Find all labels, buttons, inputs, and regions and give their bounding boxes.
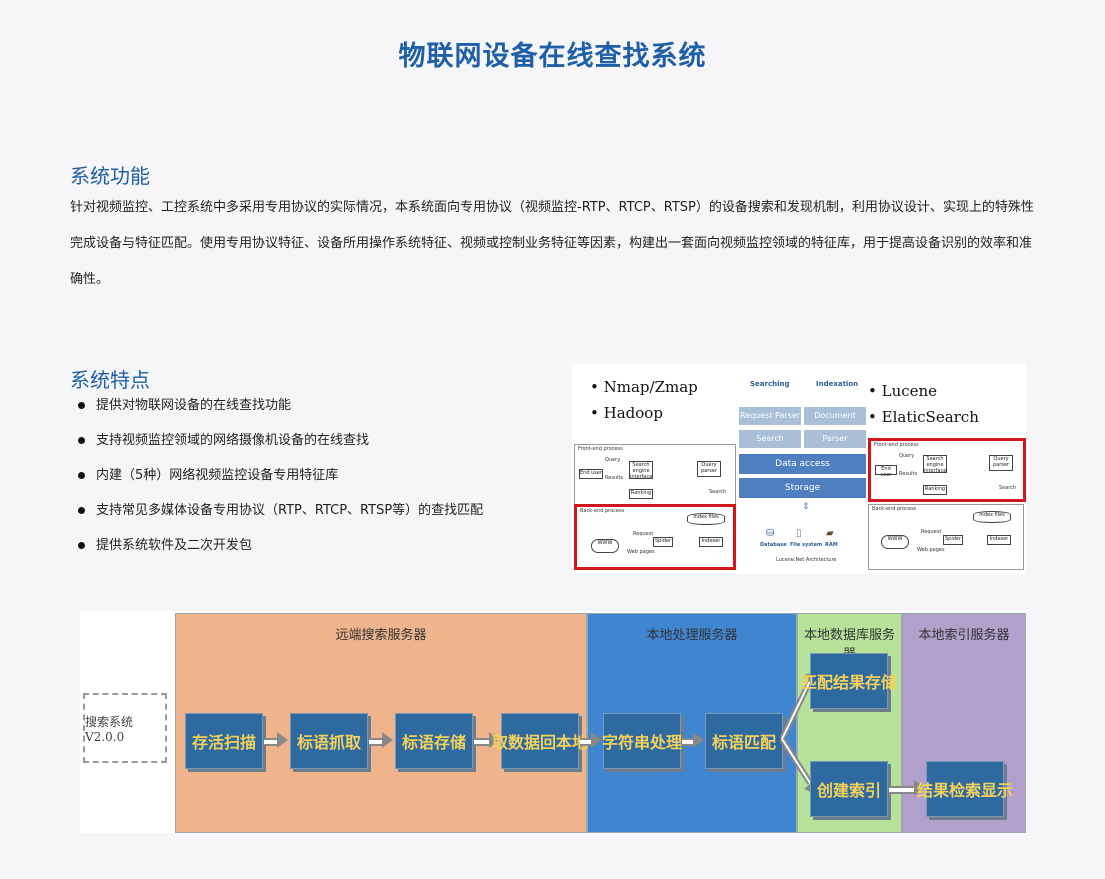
file-system-icon: ▯ <box>796 528 802 539</box>
section-heading-highlights: 系统特点 <box>70 368 150 392</box>
web-pages-label: Web pages <box>917 547 945 553</box>
parser-box: Parser <box>804 430 866 448</box>
workflow-diagram: 远端搜索服务器 本地处理服务器 本地数据库服务器 本地索引服务器 搜索系统V2.… <box>80 611 1026 833</box>
zone-label: 本地索引服务器 <box>918 628 1010 643</box>
features-paragraph: 针对视频监控、工控系统中多采用专用协议的实际情况，本系统面向专用协议（视频监控-… <box>70 200 1034 287</box>
zone-label: 本地处理服务器 <box>646 628 738 643</box>
front-end-label: Front-end process <box>874 442 919 448</box>
database-label: Database <box>760 542 787 548</box>
document-box: Document <box>804 407 866 425</box>
step-banner-store: 标语存储 <box>395 713 473 769</box>
arrow-right-icon <box>580 732 602 748</box>
list-item: 支持视频监控领域的网络摄像机设备的在线查找 <box>78 429 483 464</box>
ranking-box: Ranking <box>923 485 947 495</box>
front-end-highlight-right: Front-end process End user Query Search … <box>868 438 1026 502</box>
updown-arrow-icon: ⇕ <box>802 502 810 512</box>
query-parser-box: Query parser <box>989 455 1013 471</box>
zone-label: 远端搜索服务器 <box>335 628 427 643</box>
search-box: Search <box>739 430 801 448</box>
arrow-right-icon <box>264 732 288 748</box>
database-icon: ⛁ <box>766 528 775 539</box>
tool-label-elasticsearch: • ElaticSearch <box>868 408 979 426</box>
back-end-highlight-left: Back-end process Index files WWW Request… <box>574 504 736 570</box>
end-user-box: End user <box>875 465 897 478</box>
results-label: Results <box>605 475 624 481</box>
step-result-display: 结果检索显示 <box>917 761 1013 817</box>
index-files-box: Index files <box>973 511 1011 523</box>
ram-label: RAM <box>825 542 838 548</box>
file-system-label: File system <box>790 542 823 548</box>
query-parser-box: Query parser <box>697 461 721 477</box>
results-label: Results <box>899 471 918 477</box>
tool-label-lucene: • Lucene <box>868 382 938 400</box>
step-match-result-store: 匹配结果存储 <box>801 653 897 709</box>
indexer-box: Indexer <box>699 537 723 547</box>
back-end-panel-right: Back-end process Index files WWW Request… <box>868 504 1024 570</box>
www-cloud: WWW <box>591 539 619 553</box>
list-item: 提供对物联网设备的在线查找功能 <box>78 394 483 429</box>
list-item: 提供系统软件及二次开发包 <box>78 534 483 569</box>
request-label: Request <box>633 531 654 537</box>
storage-box: Storage <box>739 478 866 498</box>
step-string-processing: 字符串处理 <box>602 713 682 769</box>
arrow-right-icon <box>369 732 393 748</box>
step-liveness-scan: 存活扫描 <box>185 713 263 769</box>
search-engine-box: Search engine interface <box>923 455 947 474</box>
ranking-box: Ranking <box>629 489 653 499</box>
request-label: Request <box>921 529 942 535</box>
list-item: 内建（5种）网络视频监控设备专用特征库 <box>78 464 483 499</box>
step-create-index: 创建索引 <box>810 761 888 817</box>
ram-icon: ▰ <box>826 528 834 539</box>
search-label: Search <box>709 489 727 495</box>
search-engine-box: Search engine interface <box>629 461 653 480</box>
list-item: 支持常见多媒体设备专用协议（RTP、RTCP、RTSP等）的查找匹配 <box>78 499 483 534</box>
back-end-label: Back-end process <box>580 508 625 514</box>
page-title: 物联网设备在线查找系统 <box>398 41 707 72</box>
tool-label-nmap: • Nmap/Zmap <box>590 378 698 396</box>
spider-box: Spider <box>943 535 963 545</box>
data-access-box: Data access <box>739 454 866 474</box>
col-indexation: Indexation <box>816 380 859 388</box>
query-label: Query <box>899 453 915 459</box>
col-searching: Searching <box>750 380 790 388</box>
step-banner-grab: 标语抓取 <box>290 713 368 769</box>
www-cloud: WWW <box>881 535 909 549</box>
step-fetch-local: 取数据回本地 <box>492 713 588 769</box>
arch-caption: Lucene.Net Architecture <box>776 557 837 563</box>
indexer-box: Indexer <box>987 535 1011 545</box>
index-files-box: Index files <box>687 513 725 525</box>
section-heading-features: 系统功能 <box>70 164 150 188</box>
back-end-label: Back-end process <box>872 506 917 512</box>
step-banner-match: 标语匹配 <box>705 713 783 769</box>
end-user-box: End user <box>579 469 603 479</box>
query-label: Query <box>605 457 621 463</box>
tool-label-hadoop: • Hadoop <box>590 404 663 422</box>
front-end-panel-left: Front-end process End user Query Search … <box>574 444 736 506</box>
spider-box: Spider <box>653 537 673 547</box>
highlights-list: 提供对物联网设备的在线查找功能 支持视频监控领域的网络摄像机设备的在线查找 内建… <box>78 394 483 569</box>
arrow-right-icon <box>682 732 704 748</box>
front-end-label: Front-end process <box>578 446 623 452</box>
start-node: 搜索系统V2.0.0 <box>83 693 167 763</box>
web-pages-label: Web pages <box>627 549 655 555</box>
request-parser-box: Request Parser <box>739 407 801 425</box>
search-label: Search <box>999 485 1017 491</box>
architecture-figure: • Nmap/Zmap • Hadoop • Lucene • ElaticSe… <box>572 364 1026 574</box>
